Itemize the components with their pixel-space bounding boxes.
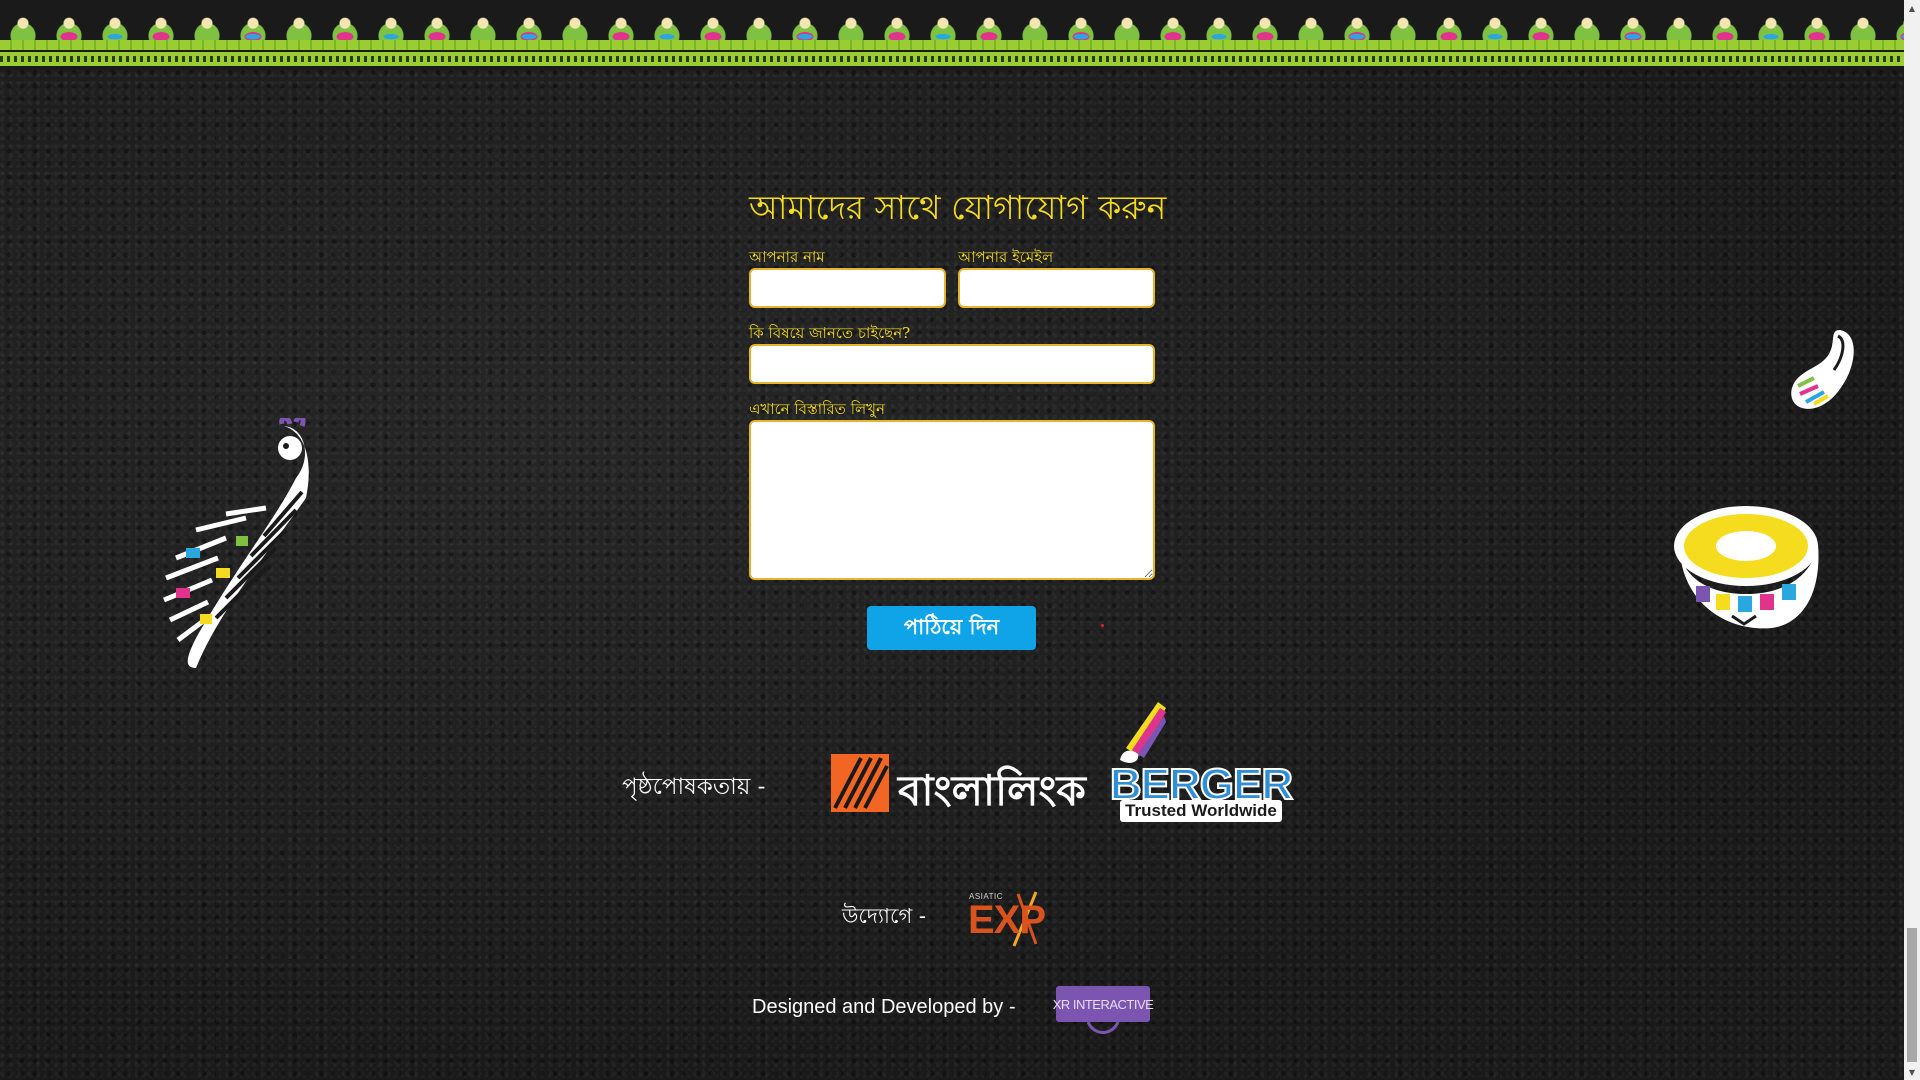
scroll-down-arrow-icon[interactable]: ▼	[1904, 1064, 1920, 1080]
email-input[interactable]	[958, 268, 1155, 308]
name-input[interactable]	[749, 268, 946, 308]
berger-tagline: Trusted Worldwide	[1120, 800, 1282, 822]
message-textarea[interactable]	[749, 420, 1155, 580]
scrollbar-thumb[interactable]	[1907, 928, 1917, 1062]
organizer-label: উদ্যোগে -	[842, 904, 926, 928]
xr-smile-icon	[1086, 1021, 1120, 1034]
border-stripe	[0, 40, 1904, 50]
subject-input[interactable]	[749, 344, 1155, 384]
submit-button[interactable]: পাঠিয়ে দিন	[867, 606, 1036, 650]
banglalink-wordmark[interactable]: বাংলালিংক	[898, 758, 1086, 829]
paisley-icon	[1791, 330, 1854, 409]
exp-wordmark: EXP	[968, 898, 1046, 942]
sponsors-label: পৃষ্ঠপোষকতায় -	[622, 774, 766, 800]
banglalink-logo[interactable]	[831, 754, 889, 812]
vertical-scrollbar[interactable]: ▲ ▼	[1904, 0, 1920, 1080]
border-figures-blue	[0, 12, 1904, 40]
folk-art-border	[0, 0, 1904, 70]
berger-paint-brush-icon	[1120, 702, 1166, 763]
red-dot	[1101, 624, 1104, 627]
credits-label: Designed and Developed by -	[752, 996, 1016, 1018]
dhol-drum-icon	[1674, 506, 1819, 629]
xr-interactive-logo[interactable]: XR INTERACTIVE	[1053, 986, 1154, 1022]
form-title: আমাদের সাথে যোগাযোগ করুন	[749, 188, 1167, 227]
peacock-icon	[163, 418, 309, 668]
scroll-up-arrow-icon[interactable]: ▲	[1904, 0, 1920, 16]
border-stripe-dotted	[0, 52, 1904, 66]
